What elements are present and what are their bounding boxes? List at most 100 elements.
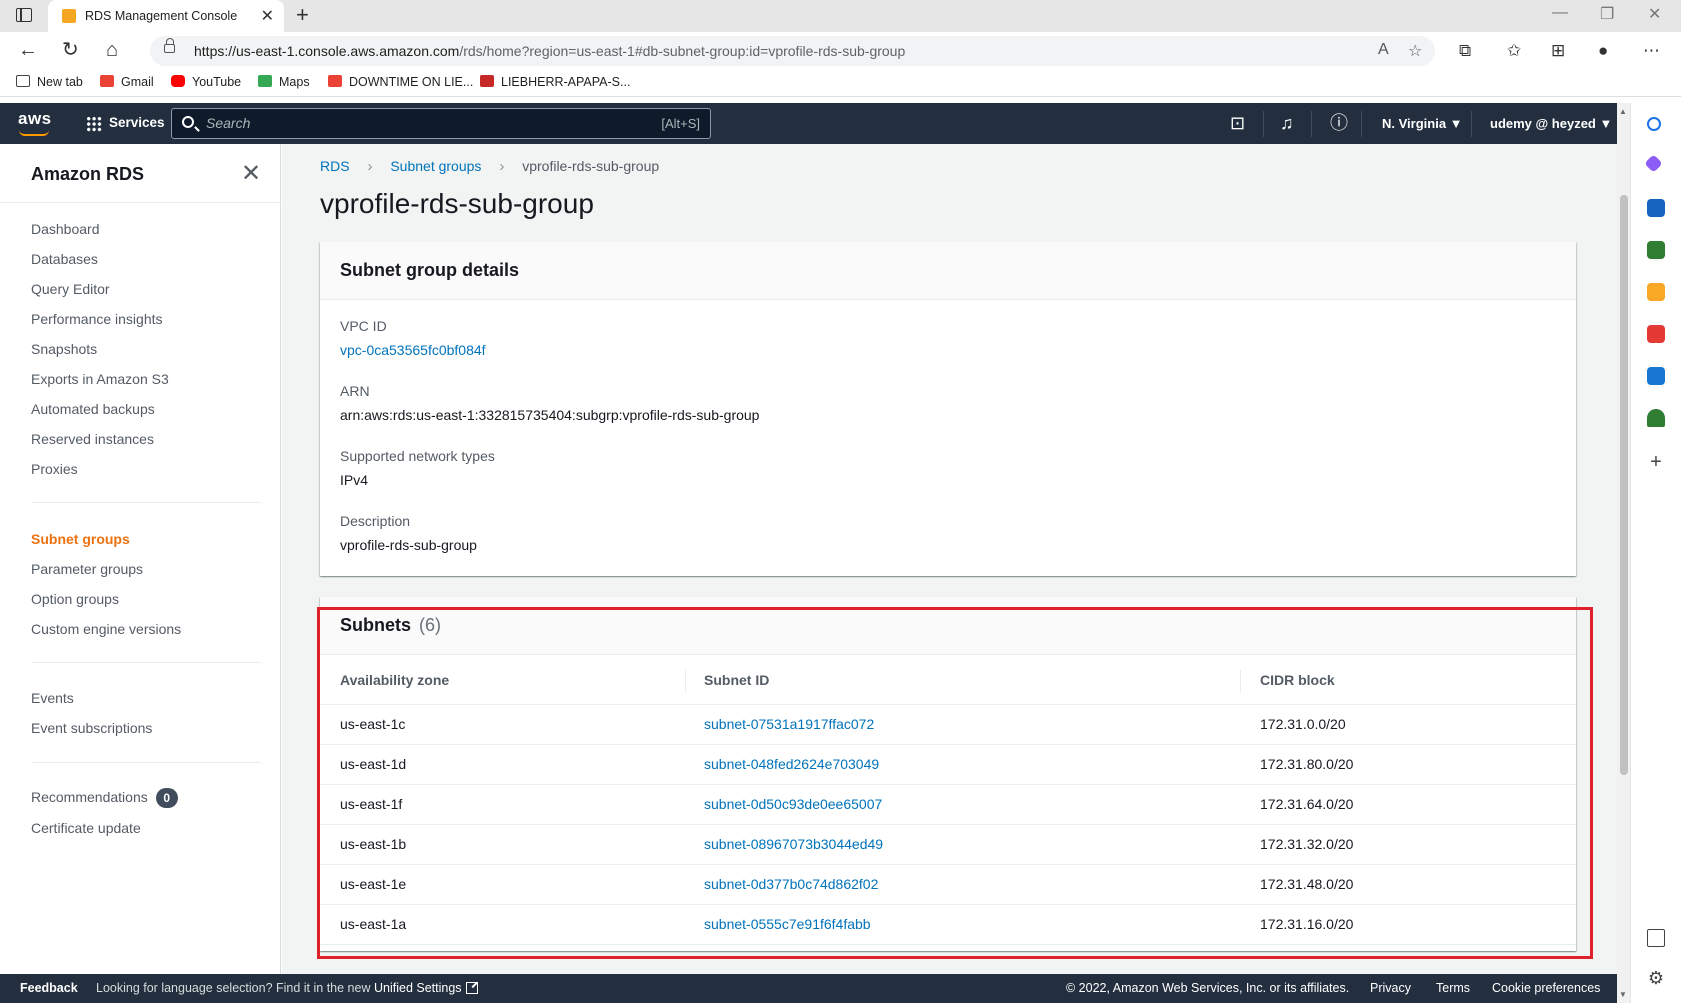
- restore-button[interactable]: ❐: [1600, 4, 1614, 24]
- tools-icon[interactable]: [1647, 241, 1665, 259]
- services-grid-icon[interactable]: [86, 116, 102, 132]
- notifications-bell-icon[interactable]: ♫: [1280, 112, 1294, 134]
- sidebar-item-option-groups[interactable]: Option groups: [31, 591, 119, 607]
- collections-icon[interactable]: ⊞: [1551, 42, 1565, 60]
- shopping-tag-icon[interactable]: [1647, 199, 1665, 217]
- scroll-down-arrow-icon[interactable]: ▼: [1619, 990, 1627, 999]
- sidebar-item-performance-insights[interactable]: Performance insights: [31, 311, 163, 327]
- bookmark-youtube[interactable]: YouTube: [171, 75, 241, 89]
- scrollbar-thumb[interactable]: [1620, 195, 1628, 775]
- back-arrow-icon[interactable]: ←: [18, 40, 38, 60]
- sidebar-divider: [31, 762, 261, 763]
- tree-icon[interactable]: [1647, 409, 1665, 427]
- tab-actions-icon[interactable]: [16, 8, 32, 22]
- more-menu-icon[interactable]: ⋯: [1643, 42, 1660, 60]
- read-aloud-icon[interactable]: A: [1378, 41, 1389, 59]
- table-row: us-east-1c subnet-07531a1917ffac072 172.…: [320, 705, 1576, 745]
- column-header-cidr-block[interactable]: CIDR block: [1260, 672, 1335, 688]
- sidebar-item-parameter-groups[interactable]: Parameter groups: [31, 561, 143, 577]
- sidebar-item-query-editor[interactable]: Query Editor: [31, 281, 110, 297]
- games-icon[interactable]: [1647, 283, 1665, 301]
- minimize-button[interactable]: —: [1552, 4, 1568, 22]
- bookmark-downtime[interactable]: DOWNTIME ON LIE...: [328, 75, 473, 89]
- edge-sidebar: + ⚙: [1630, 103, 1681, 1003]
- scroll-up-arrow-icon[interactable]: ▲: [1619, 107, 1627, 116]
- subnet-id-link[interactable]: subnet-08967073b3044ed49: [704, 836, 883, 852]
- refresh-icon[interactable]: ↻: [62, 40, 79, 60]
- sidebar-item-subnet-groups[interactable]: Subnet groups: [31, 531, 130, 547]
- sidebar-divider: [0, 202, 281, 203]
- subnet-id-link[interactable]: subnet-0d50c93de0ee65007: [704, 796, 882, 812]
- subnet-id-link[interactable]: subnet-048fed2624e703049: [704, 756, 879, 772]
- new-tab-page-icon: [16, 75, 30, 87]
- unified-settings-link[interactable]: Unified Settings: [374, 981, 478, 995]
- region-selector[interactable]: N. Virginia ▼: [1382, 116, 1463, 131]
- feedback-link[interactable]: Feedback: [20, 981, 78, 995]
- new-tab-icon[interactable]: +: [296, 2, 309, 28]
- sidebar-item-exports-s3[interactable]: Exports in Amazon S3: [31, 371, 169, 387]
- subnets-count: (6): [419, 615, 442, 635]
- cloudshell-icon[interactable]: ⊡: [1230, 112, 1245, 134]
- sidebar-item-custom-engine-versions[interactable]: Custom engine versions: [31, 621, 181, 637]
- favorites-icon[interactable]: ✩: [1507, 42, 1521, 60]
- sidebar-divider: [31, 662, 261, 663]
- bookmark-gmail[interactable]: Gmail: [100, 75, 154, 89]
- privacy-link[interactable]: Privacy: [1370, 981, 1411, 995]
- office-icon[interactable]: [1647, 325, 1665, 343]
- tab-close-icon[interactable]: ✕: [261, 6, 274, 26]
- aws-search-box[interactable]: [Alt+S]: [171, 108, 711, 139]
- sidebar-item-certificate-update[interactable]: Certificate update: [31, 820, 141, 836]
- help-icon[interactable]: ⓘ: [1330, 112, 1348, 134]
- services-menu[interactable]: Services: [109, 115, 165, 130]
- browser-tab-active[interactable]: RDS Management Console ✕: [48, 0, 284, 32]
- terms-link[interactable]: Terms: [1436, 981, 1470, 995]
- sidebar-item-event-subscriptions[interactable]: Event subscriptions: [31, 720, 152, 736]
- add-favorite-icon[interactable]: ☆: [1408, 41, 1422, 61]
- cidr-block-cell: 172.31.80.0/20: [1260, 756, 1354, 772]
- sidebar-layout-icon[interactable]: [1647, 929, 1665, 947]
- add-icon[interactable]: +: [1647, 452, 1665, 472]
- sidebar-item-snapshots[interactable]: Snapshots: [31, 341, 97, 357]
- subnet-id-link[interactable]: subnet-0d377b0c74d862f02: [704, 876, 878, 892]
- bookmark-maps[interactable]: Maps: [258, 75, 310, 89]
- outlook-icon[interactable]: [1647, 367, 1665, 385]
- breadcrumb-rds[interactable]: RDS: [320, 158, 350, 174]
- console-footer: Feedback Looking for language selection?…: [0, 974, 1617, 1003]
- cidr-block-cell: 172.31.48.0/20: [1260, 876, 1354, 892]
- sidebar-item-recommendations[interactable]: Recommendations 0: [31, 788, 178, 808]
- cookie-preferences-link[interactable]: Cookie preferences: [1492, 981, 1600, 995]
- network-types-label: Supported network types: [340, 448, 495, 464]
- search-icon[interactable]: [1647, 117, 1661, 131]
- sidebar-item-events[interactable]: Events: [31, 690, 74, 706]
- subnet-id-link[interactable]: subnet-0555c7e91f6f4fabb: [704, 916, 871, 932]
- subnet-id-link[interactable]: subnet-07531a1917ffac072: [704, 716, 874, 732]
- gear-icon[interactable]: ⚙: [1647, 969, 1665, 987]
- breadcrumb-subnet-groups[interactable]: Subnet groups: [390, 158, 481, 174]
- sidebar-item-proxies[interactable]: Proxies: [31, 461, 78, 477]
- search-icon: [182, 116, 194, 128]
- vpc-id-link[interactable]: vpc-0ca53565fc0bf084f: [340, 342, 486, 358]
- window-close-button[interactable]: ✕: [1648, 4, 1661, 24]
- network-types-value: IPv4: [340, 472, 369, 488]
- sidebar-item-dashboard[interactable]: Dashboard: [31, 221, 100, 237]
- bookmark-new-tab[interactable]: New tab: [16, 75, 83, 89]
- extensions-icon[interactable]: ⧉: [1459, 42, 1471, 60]
- address-bar-row: ← ↻ ⌂ https://us-east-1.console.aws.amaz…: [0, 32, 1681, 70]
- bookmark-liebherr[interactable]: LIEBHERR-APAPA-S...: [480, 75, 630, 89]
- account-menu[interactable]: udemy @ heyzed ▼: [1490, 116, 1612, 131]
- sidebar-item-automated-backups[interactable]: Automated backups: [31, 401, 155, 417]
- nav-divider: [1361, 111, 1362, 137]
- profile-icon[interactable]: ●: [1598, 42, 1608, 60]
- sidebar-item-databases[interactable]: Databases: [31, 251, 98, 267]
- url-field[interactable]: https://us-east-1.console.aws.amazon.com…: [150, 36, 1435, 66]
- aws-logo[interactable]: aws: [18, 109, 52, 129]
- column-header-subnet-id[interactable]: Subnet ID: [704, 672, 769, 688]
- maps-icon: [258, 75, 272, 87]
- sidebar-item-reserved-instances[interactable]: Reserved instances: [31, 431, 154, 447]
- url-text: https://us-east-1.console.aws.amazon.com…: [194, 43, 905, 59]
- search-input[interactable]: [206, 115, 636, 131]
- home-icon[interactable]: ⌂: [106, 40, 118, 60]
- copilot-icon[interactable]: [1644, 154, 1663, 173]
- column-header-availability-zone[interactable]: Availability zone: [340, 672, 449, 688]
- close-icon[interactable]: ✕: [241, 162, 261, 186]
